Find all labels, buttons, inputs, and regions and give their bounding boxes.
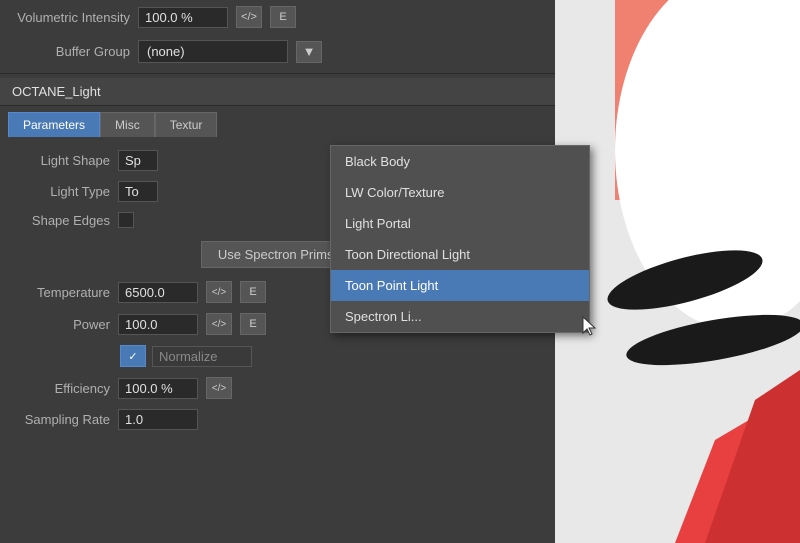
temperature-label: Temperature bbox=[10, 285, 110, 300]
power-label: Power bbox=[10, 317, 110, 332]
buffer-group-arrow[interactable]: ▼ bbox=[296, 41, 322, 63]
temperature-code-btn[interactable]: </> bbox=[206, 281, 232, 303]
normalize-row: ✓ Normalize bbox=[0, 340, 555, 372]
dropdown-item-spectron[interactable]: Spectron Li... bbox=[331, 301, 589, 332]
light-shape-label: Light Shape bbox=[10, 153, 110, 168]
normalize-check-btn[interactable]: ✓ bbox=[120, 345, 146, 367]
shape-edges-label: Shape Edges bbox=[10, 213, 110, 228]
temperature-value[interactable]: 6500.0 bbox=[118, 282, 198, 303]
volumetric-intensity-row: Volumetric Intensity 100.0 % </> E bbox=[0, 0, 555, 34]
efficiency-label: Efficiency bbox=[10, 381, 110, 396]
normalize-value[interactable]: Normalize bbox=[152, 346, 252, 367]
efficiency-code-btn[interactable]: </> bbox=[206, 377, 232, 399]
tab-misc[interactable]: Misc bbox=[100, 112, 155, 137]
tabs-row: Parameters Misc Textur bbox=[0, 106, 555, 137]
tab-texture[interactable]: Textur bbox=[155, 112, 218, 137]
sampling-rate-label: Sampling Rate bbox=[10, 412, 110, 427]
chevron-down-icon: ▼ bbox=[303, 44, 316, 59]
dropdown-item-blackbody[interactable]: Black Body bbox=[331, 146, 589, 177]
right-panel-decoration bbox=[555, 0, 800, 543]
efficiency-row: Efficiency 100.0 % </> bbox=[0, 372, 555, 404]
volumetric-intensity-value[interactable]: 100.0 % bbox=[138, 7, 228, 28]
cursor-icon bbox=[581, 315, 599, 337]
light-type-dropdown: Black Body LW Color/Texture Light Portal… bbox=[330, 145, 590, 333]
power-value[interactable]: 100.0 bbox=[118, 314, 198, 335]
object-header: OCTANE_Light bbox=[0, 78, 555, 106]
buffer-group-value[interactable]: (none) bbox=[138, 40, 288, 63]
sampling-rate-row: Sampling Rate 1.0 bbox=[0, 404, 555, 435]
code-button[interactable]: </> bbox=[236, 6, 262, 28]
dropdown-item-toonpoint[interactable]: Toon Point Light bbox=[331, 270, 589, 301]
volumetric-intensity-label: Volumetric Intensity bbox=[10, 10, 130, 25]
sampling-rate-value[interactable]: 1.0 bbox=[118, 409, 198, 430]
efficiency-value[interactable]: 100.0 % bbox=[118, 378, 198, 399]
dropdown-item-lightportal[interactable]: Light Portal bbox=[331, 208, 589, 239]
power-code-btn[interactable]: </> bbox=[206, 313, 232, 335]
e-button[interactable]: E bbox=[270, 6, 296, 28]
temperature-e-btn[interactable]: E bbox=[240, 281, 266, 303]
buffer-group-row: Buffer Group (none) ▼ bbox=[0, 34, 555, 69]
dropdown-item-lwcolor[interactable]: LW Color/Texture bbox=[331, 177, 589, 208]
buffer-group-label: Buffer Group bbox=[10, 44, 130, 59]
light-shape-value[interactable]: Sp bbox=[118, 150, 158, 171]
power-e-btn[interactable]: E bbox=[240, 313, 266, 335]
tab-parameters[interactable]: Parameters bbox=[8, 112, 100, 137]
light-type-label: Light Type bbox=[10, 184, 110, 199]
right-panel bbox=[555, 0, 800, 543]
object-name: OCTANE_Light bbox=[12, 84, 101, 99]
dropdown-item-toondirectional[interactable]: Toon Directional Light bbox=[331, 239, 589, 270]
shape-edges-checkbox[interactable] bbox=[118, 212, 134, 228]
light-type-value[interactable]: To bbox=[118, 181, 158, 202]
